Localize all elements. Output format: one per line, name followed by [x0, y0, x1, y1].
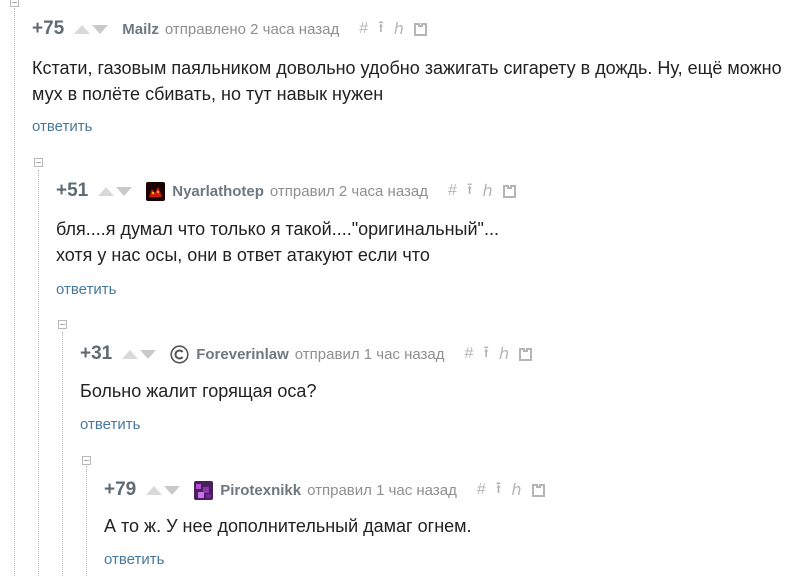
comment-text: бля....я думал что только я такой...."ор…: [56, 219, 499, 265]
arrow-up-icon[interactable]: ⭱: [483, 341, 489, 368]
upvote-icon[interactable]: [98, 186, 115, 196]
parent-link-icon[interactable]: ℎ: [394, 19, 404, 39]
thread-line: [14, 8, 15, 576]
parent-link-icon[interactable]: ℎ: [499, 344, 509, 364]
comment-text: Больно жалит горящая оса?: [80, 381, 317, 401]
reply-link[interactable]: ответить: [104, 551, 164, 568]
comment-score: +75: [32, 18, 65, 39]
hash-icon[interactable]: #: [359, 20, 368, 38]
comment-score: +51: [56, 180, 89, 201]
hash-icon[interactable]: #: [448, 182, 457, 200]
downvote-icon[interactable]: [92, 24, 109, 34]
comment-meta: отправлено 2 часа назад: [164, 20, 340, 38]
comment-header: +51 Nyarlathotep отправил 2 часа назад #…: [56, 179, 516, 203]
downvote-icon[interactable]: [140, 349, 157, 359]
comment-text: А то ж. У нее дополнительный дамаг огнем…: [104, 516, 472, 536]
collapse-toggle[interactable]: [34, 158, 43, 167]
arrow-up-icon[interactable]: ⭱: [496, 477, 502, 504]
upvote-icon[interactable]: [74, 24, 91, 34]
reply-link[interactable]: ответить: [32, 118, 92, 135]
comment-author[interactable]: Mailz: [122, 21, 159, 38]
collapse-toggle[interactable]: [82, 456, 91, 465]
arrow-up-icon[interactable]: ⭱: [467, 178, 473, 205]
hash-icon[interactable]: #: [477, 481, 486, 499]
comment-actions: # ⭱ ℎ: [467, 477, 545, 504]
comment-score: +79: [104, 479, 137, 500]
downvote-icon[interactable]: [116, 186, 133, 196]
arrow-up-icon[interactable]: ⭱: [378, 16, 384, 43]
save-icon[interactable]: [413, 22, 427, 36]
comment-actions: # ⭱ ℎ: [349, 16, 427, 43]
save-icon[interactable]: [519, 347, 533, 361]
downvote-icon[interactable]: [164, 485, 181, 495]
comment-score: +31: [80, 343, 113, 364]
comment-author[interactable]: Foreverinlaw: [196, 346, 289, 363]
thread-line: [86, 466, 87, 576]
comment-meta: отправил 1 час назад: [307, 481, 457, 499]
comment-header: +75 Mailz отправлено 2 часа назад # ⭱ ℎ: [32, 17, 427, 41]
collapse-toggle[interactable]: [58, 320, 67, 329]
collapse-toggle[interactable]: [10, 0, 19, 7]
comment-meta: отправил 1 час назад: [294, 345, 445, 363]
comment-author[interactable]: Pirotexnikk: [220, 482, 301, 499]
comment-text: Кстати, газовым паяльником довольно удоб…: [32, 58, 782, 104]
thread-line: [38, 170, 39, 576]
avatar[interactable]: [170, 344, 189, 364]
comment-actions: # ⭱ ℎ: [438, 178, 516, 205]
comment-meta: отправил 2 часа назад: [269, 182, 428, 200]
avatar[interactable]: [146, 181, 166, 201]
save-icon[interactable]: [502, 184, 516, 198]
upvote-icon[interactable]: [146, 485, 163, 495]
comment-author[interactable]: Nyarlathotep: [172, 183, 264, 200]
parent-link-icon[interactable]: ℎ: [511, 480, 521, 500]
avatar[interactable]: [194, 480, 214, 500]
save-icon[interactable]: [531, 483, 545, 497]
comment-header: +79 Pirotexnikk отправил 1 час назад # ⭱…: [104, 478, 545, 502]
upvote-icon[interactable]: [122, 349, 139, 359]
hash-icon[interactable]: #: [465, 345, 474, 363]
thread-line: [62, 332, 63, 576]
reply-link[interactable]: ответить: [80, 416, 140, 433]
comment-header: +31 Foreverinlaw отправил 1 час назад # …: [80, 341, 533, 368]
comment-actions: # ⭱ ℎ: [455, 341, 533, 368]
parent-link-icon[interactable]: ℎ: [483, 181, 493, 201]
reply-link[interactable]: ответить: [56, 281, 116, 298]
